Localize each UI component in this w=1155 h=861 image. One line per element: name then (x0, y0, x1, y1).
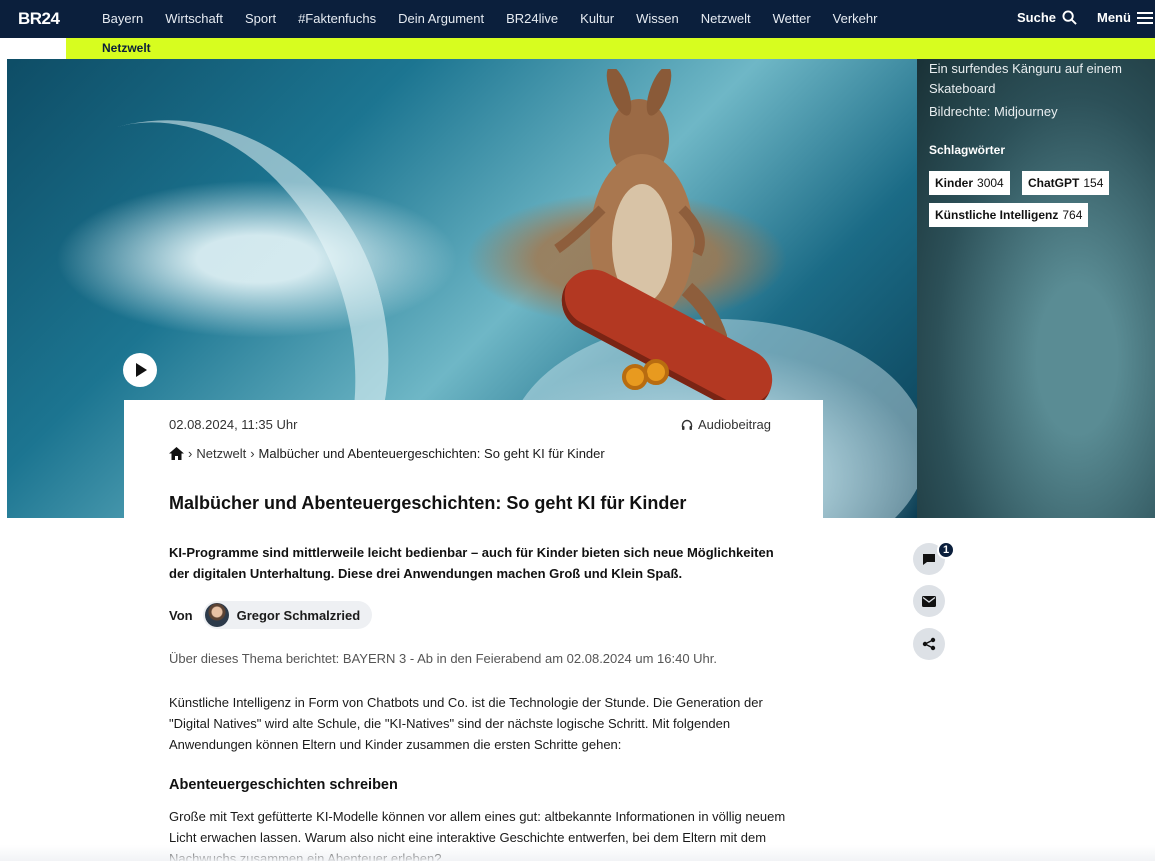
tag-count: 764 (1062, 208, 1083, 222)
article-lead: KI-Programme sind mittlerweile leicht be… (169, 545, 774, 581)
nav-wirtschaft[interactable]: Wirtschaft (165, 11, 223, 26)
search-icon (1062, 10, 1077, 25)
article-subheading: Abenteuergeschichten schreiben (169, 777, 398, 793)
publish-date: 02.08.2024, 11:35 Uhr (169, 417, 298, 432)
mail-icon (922, 595, 936, 607)
nav-wetter[interactable]: Wetter (773, 11, 811, 26)
br24-logo[interactable]: BR24 (18, 9, 60, 29)
tag-chatgpt[interactable]: ChatGPT 154 (1022, 171, 1110, 195)
breadcrumb-netzwelt[interactable]: Netzwelt (196, 446, 246, 461)
breadcrumb-separator: › (188, 446, 193, 461)
author-prefix: Von (169, 607, 193, 623)
author-name: Gregor Schmalzried (236, 607, 361, 623)
home-icon[interactable] (169, 447, 184, 460)
headphones-icon (681, 419, 693, 430)
menu-label: Menü (1097, 10, 1131, 25)
search-label: Suche (1017, 10, 1057, 25)
mail-button[interactable] (913, 585, 945, 617)
nav-sport[interactable]: Sport (245, 11, 276, 26)
image-info-panel: Ein surfendes Känguru auf einem Skateboa… (917, 59, 1155, 518)
section-bar: Netzwelt (66, 38, 1155, 59)
menu-button[interactable]: Menü (1097, 10, 1153, 25)
tag-kuenstliche-intelligenz[interactable]: Künstliche Intelligenz 764 (929, 203, 1089, 227)
share-icon (922, 637, 936, 651)
search-button[interactable]: Suche (1017, 10, 1077, 25)
author-avatar (204, 603, 229, 627)
nav-bayern[interactable]: Bayern (102, 11, 143, 26)
nav-faktenfuchs[interactable]: #Faktenfuchs (298, 11, 376, 26)
tag-name: ChatGPT (1028, 176, 1080, 190)
nav-netzwelt[interactable]: Netzwelt (701, 11, 751, 26)
author-line: Von Gregor Schmalzried (169, 601, 373, 629)
top-navigation: BR24 Bayern Wirtschaft Sport #Faktenfuch… (0, 0, 1155, 38)
broadcast-note: Über dieses Thema berichtet: BAYERN 3 - … (169, 651, 717, 666)
tag-kinder[interactable]: Kinder 3004 (929, 171, 1010, 195)
audio-link[interactable]: Audiobeitrag (681, 417, 771, 432)
breadcrumb-current: Malbücher und Abenteuergeschichten: So g… (258, 446, 605, 461)
nav-br24live[interactable]: BR24live (506, 11, 558, 26)
tag-count: 154 (1083, 176, 1104, 190)
comment-count-badge: 1 (937, 541, 955, 559)
bottom-fade (0, 845, 1155, 861)
skateboard-wheel (622, 364, 648, 390)
hamburger-icon (1136, 11, 1153, 24)
tag-count: 3004 (977, 176, 1004, 190)
breadcrumb-separator: › (250, 446, 255, 461)
nav-verkehr[interactable]: Verkehr (833, 11, 878, 26)
play-button[interactable] (123, 353, 157, 387)
tags-title: Schlagwörter (929, 143, 1006, 157)
nav-wissen[interactable]: Wissen (636, 11, 679, 26)
audio-label: Audiobeitrag (698, 417, 771, 432)
author-chip[interactable]: Gregor Schmalzried (202, 601, 373, 629)
main-nav: Bayern Wirtschaft Sport #Faktenfuchs Dei… (102, 11, 899, 26)
article-paragraph: Künstliche Intelligenz in Form von Chatb… (169, 695, 763, 752)
nav-dein-argument[interactable]: Dein Argument (398, 11, 484, 26)
section-label[interactable]: Netzwelt (102, 41, 151, 55)
image-caption: Ein surfendes Känguru auf einem Skateboa… (929, 61, 1122, 96)
tag-name: Kinder (935, 176, 974, 190)
tag-name: Künstliche Intelligenz (935, 208, 1059, 222)
image-credit: Bildrechte: Midjourney (929, 104, 1058, 119)
share-button[interactable] (913, 628, 945, 660)
article-title: Malbücher und Abenteuergeschichten: So g… (169, 493, 687, 513)
breadcrumb: › Netzwelt › Malbücher und Abenteuergesc… (169, 446, 605, 461)
comment-icon (923, 553, 935, 565)
nav-kultur[interactable]: Kultur (580, 11, 614, 26)
